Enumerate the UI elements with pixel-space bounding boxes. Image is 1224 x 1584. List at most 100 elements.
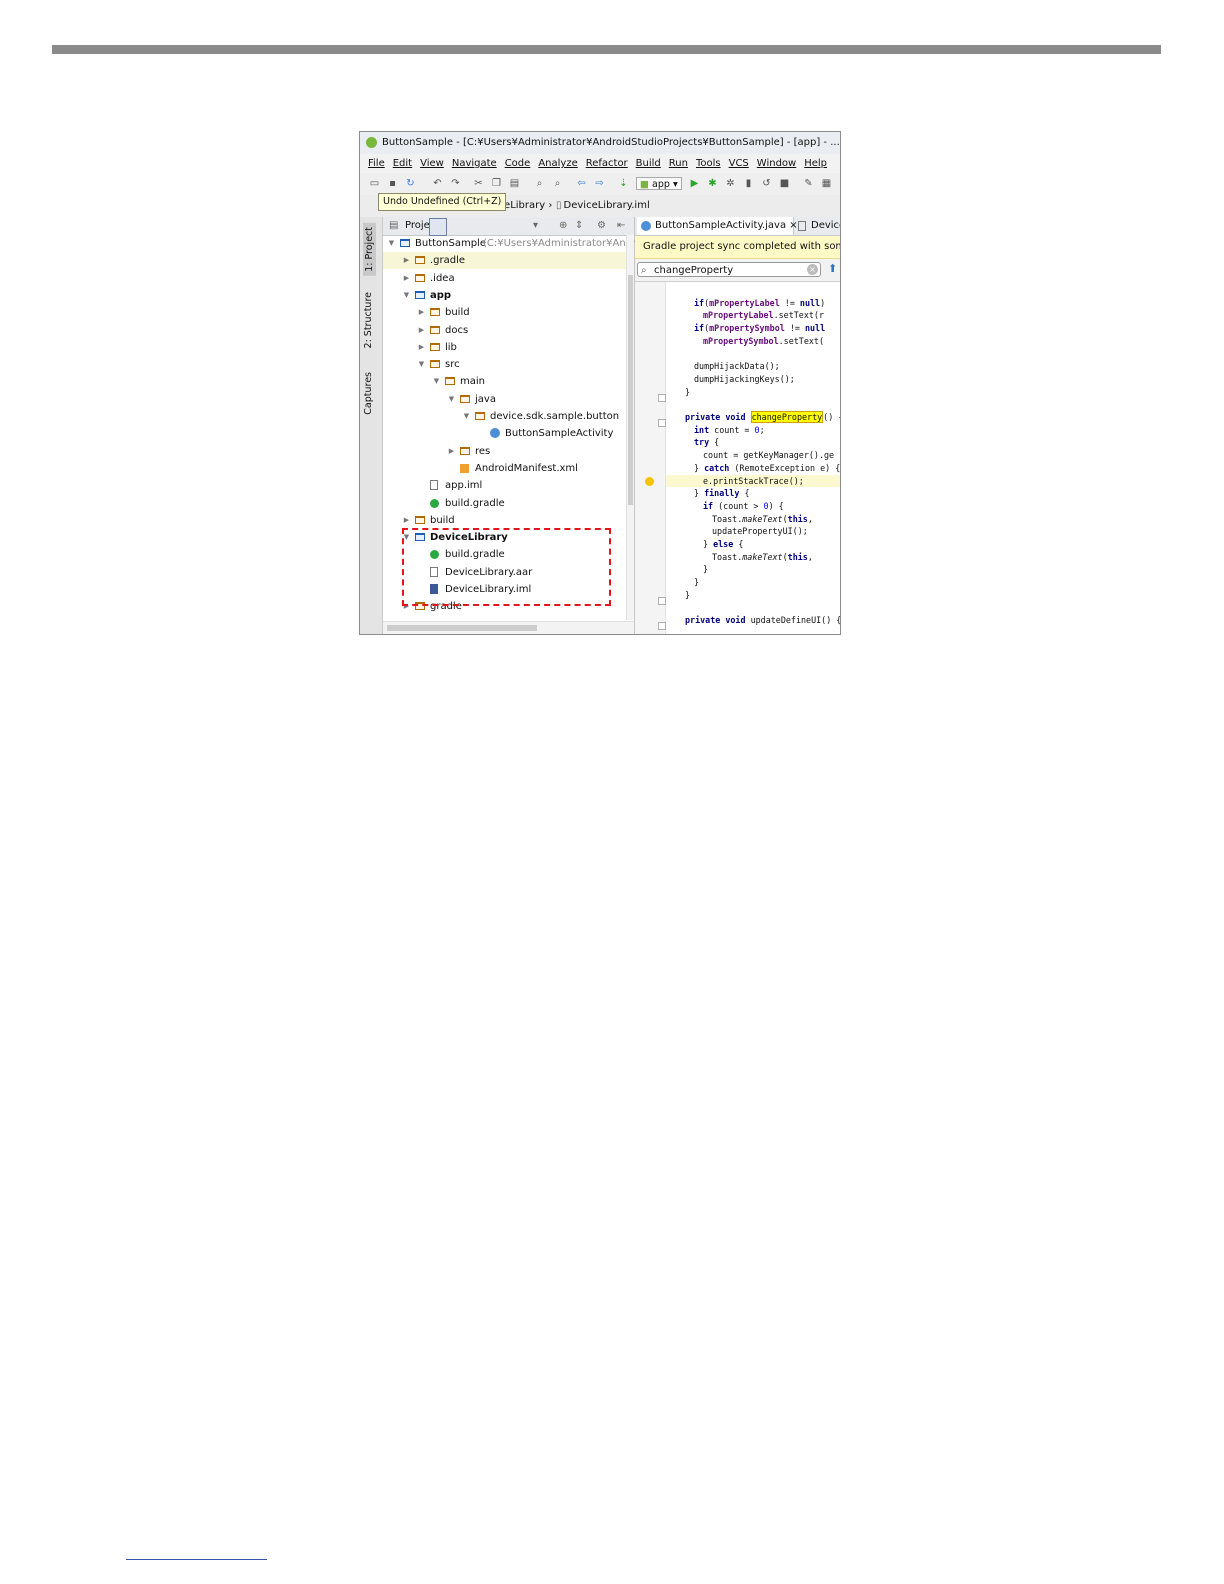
replace-icon[interactable]: ⌕ <box>551 178 564 190</box>
previous-occurrence-icon[interactable]: ⬆ <box>828 262 837 275</box>
code-token: Toast. <box>712 551 743 562</box>
copy-icon[interactable]: ❐ <box>490 178 503 190</box>
cut-icon[interactable]: ✂ <box>472 178 485 190</box>
gear-icon[interactable]: ⚙ <box>597 220 606 231</box>
project-panel: ▤ Project ▾ ⊕ ⇕ ⚙ ⇤ ▼ ButtonSample (C:¥Use… <box>383 217 651 634</box>
fold-marker-icon[interactable] <box>658 394 666 402</box>
tree-item[interactable]: ▶ res <box>383 443 626 460</box>
menu-bar: File Edit View Navigate Code Analyze Refactor B… <box>360 154 840 173</box>
undo-button[interactable] <box>429 218 447 236</box>
code-token: , <box>807 551 813 562</box>
chevron-down-icon[interactable]: ▼ <box>387 235 396 252</box>
chevron-right-icon[interactable]: ▶ <box>402 512 411 529</box>
code-line: if(mPropertyLabel != null) <box>666 297 840 310</box>
chevron-right-icon[interactable]: ▶ <box>417 322 426 339</box>
chevron-down-icon[interactable]: ▼ <box>402 287 411 304</box>
chevron-right-icon[interactable]: ▶ <box>402 252 411 269</box>
stop-icon[interactable]: ■ <box>778 178 791 190</box>
menu-item-refactor[interactable]: Refactor <box>586 158 628 169</box>
tree-item[interactable]: ButtonSampleActivity <box>383 425 626 442</box>
menu-item-help[interactable]: Help <box>804 158 827 169</box>
menu-item-code[interactable]: Code <box>505 158 531 169</box>
project-horizontal-scrollbar[interactable] <box>383 621 634 634</box>
paste-icon[interactable]: ▤ <box>508 178 521 190</box>
apply-changes-icon[interactable]: ↺ <box>760 178 773 190</box>
find-input[interactable]: ⌕ changeProperty × <box>637 262 821 277</box>
tree-item[interactable]: ▶ .idea <box>383 270 626 287</box>
hide-panel-icon[interactable]: ⇤ <box>617 220 625 231</box>
tree-item[interactable]: ▼ src <box>383 356 626 373</box>
folder-icon <box>445 377 455 386</box>
tree-item[interactable]: ▼ app <box>383 287 626 304</box>
collapse-all-icon[interactable]: ⇕ <box>575 220 583 231</box>
tree-item[interactable]: ▶ .gradle <box>383 252 626 270</box>
code-token: ; <box>759 424 765 435</box>
tab-buttonsampleactivity[interactable]: ButtonSampleActivity.java × <box>637 217 798 235</box>
menu-item-navigate[interactable]: Navigate <box>452 158 497 169</box>
fold-marker-icon[interactable] <box>658 597 666 605</box>
attach-debugger-icon[interactable]: ✲ <box>724 178 737 190</box>
chevron-down-icon: ▾ <box>672 179 678 190</box>
clear-search-icon[interactable]: × <box>807 264 818 275</box>
tree-item[interactable]: ▼ ButtonSample (C:¥Users¥Administrator¥And… <box>383 235 651 252</box>
lightbulb-icon[interactable] <box>645 477 654 486</box>
menu-item-vcs[interactable]: VCS <box>729 158 749 169</box>
menu-item-window[interactable]: Window <box>757 158 796 169</box>
tree-item[interactable]: ▼ main <box>383 373 626 390</box>
chevron-down-icon[interactable]: ▼ <box>417 356 426 373</box>
sdk-manager-icon[interactable]: ▦ <box>820 178 833 190</box>
fold-marker-icon[interactable] <box>658 419 666 427</box>
forward-icon[interactable]: ⇨ <box>593 178 606 190</box>
find-icon[interactable]: ⌕ <box>533 178 546 190</box>
debug-icon[interactable]: ✱ <box>706 178 719 190</box>
chevron-right-icon[interactable]: ▶ <box>417 304 426 321</box>
chevron-down-icon[interactable]: ▼ <box>432 373 441 390</box>
menu-item-edit[interactable]: Edit <box>393 158 412 169</box>
menu-item-analyze[interactable]: Analyze <box>538 158 577 169</box>
tree-item[interactable]: ▼ java <box>383 391 626 408</box>
tree-item[interactable]: ▶ build <box>383 512 626 529</box>
sync-icon[interactable]: ↻ <box>404 178 417 190</box>
menu-item-build[interactable]: Build <box>636 158 661 169</box>
tab-captures[interactable]: Captures <box>363 372 374 415</box>
chevron-right-icon[interactable]: ▶ <box>402 270 411 287</box>
tree-item[interactable]: AndroidManifest.xml <box>383 460 626 477</box>
tree-item[interactable]: ▶ docs <box>383 322 626 339</box>
tree-item[interactable]: app.iml <box>383 477 626 494</box>
project-vertical-scrollbar[interactable] <box>626 235 634 620</box>
scroll-from-source-icon[interactable]: ⊕ <box>559 220 567 231</box>
chevron-right-icon[interactable]: ▶ <box>447 443 456 460</box>
code-area[interactable]: if(mPropertyLabel != null) mPropertyLabel… <box>666 282 840 634</box>
open-folder-icon[interactable]: ▭ <box>368 178 381 190</box>
back-icon[interactable]: ⇦ <box>575 178 588 190</box>
redo-icon[interactable]: ↷ <box>449 178 462 190</box>
code-token: mPropertyLabel <box>703 310 774 321</box>
menu-item-tools[interactable]: Tools <box>696 158 721 169</box>
breadcrumb-file[interactable]: ▯ DeviceLibrary.iml <box>556 199 650 213</box>
chevron-down-icon[interactable]: ▾ <box>533 220 538 231</box>
chevron-down-icon[interactable]: ▼ <box>447 391 456 408</box>
code-token: != <box>784 323 805 334</box>
tree-item-label: build <box>430 514 455 526</box>
menu-item-run[interactable]: Run <box>669 158 688 169</box>
fold-marker-icon[interactable] <box>658 622 666 630</box>
tab-device[interactable]: Device <box>793 217 840 235</box>
tab-structure[interactable]: 2: Structure <box>363 292 374 348</box>
run-icon[interactable]: ▶ <box>688 178 701 190</box>
project-structure-icon[interactable]: ✎ <box>802 178 815 190</box>
chevron-right-icon[interactable]: ▶ <box>417 339 426 356</box>
tree-item[interactable]: ▶ lib <box>383 339 626 356</box>
menu-item-view[interactable]: View <box>420 158 444 169</box>
tree-item[interactable]: ▶ build <box>383 304 626 321</box>
tree-item[interactable]: build.gradle <box>383 495 626 512</box>
run-configuration-select[interactable]: ■ app ▾ <box>636 177 682 190</box>
chevron-down-icon[interactable]: ▼ <box>462 408 471 425</box>
tab-project[interactable]: 1: Project <box>363 223 376 276</box>
code-token: .setText( <box>778 335 825 346</box>
device-monitor-icon[interactable]: ▮ <box>742 178 755 190</box>
tree-item[interactable]: ▼ device.sdk.sample.button <box>383 408 626 425</box>
make-project-icon[interactable]: ⇣ <box>617 178 630 190</box>
menu-item-file[interactable]: File <box>368 158 385 169</box>
code-line: } finally { <box>666 487 840 500</box>
save-icon[interactable]: ▪ <box>386 178 399 190</box>
